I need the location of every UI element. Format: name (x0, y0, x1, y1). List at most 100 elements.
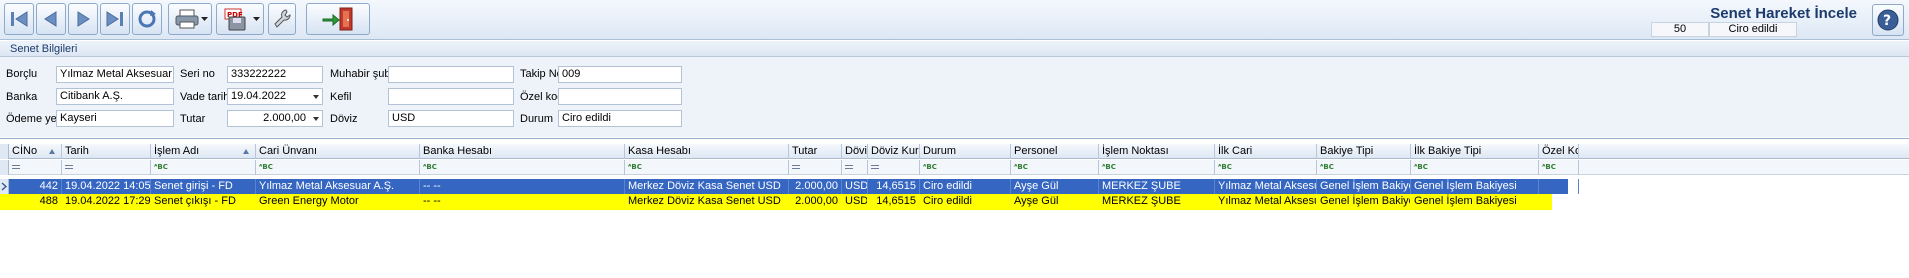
ozel-kod-field[interactable] (558, 88, 682, 105)
previous-record-button[interactable] (36, 3, 66, 35)
text-filter-icon: ᴬBC (1542, 163, 1556, 171)
column-header[interactable]: İlk Cari (1215, 144, 1317, 159)
column-header-label: Durum (923, 145, 957, 157)
table-cell: 2.000,00 (789, 179, 842, 194)
doviz-field[interactable]: USD (388, 110, 514, 127)
senet-info-form: Borçlu Yılmaz Metal Aksesuar A.Ş. Banka … (0, 57, 1909, 137)
borclu-field[interactable]: Yılmaz Metal Aksesuar A.Ş. (56, 66, 174, 83)
title-area: Senet Hareket İncele 50 Ciro edildi (1647, 3, 1857, 37)
text-filter-icon: ᴬBC (923, 163, 937, 171)
table-cell (1539, 179, 1579, 194)
column-header[interactable]: Bakiye Tipi (1317, 144, 1411, 159)
print-button[interactable] (168, 3, 212, 35)
doviz-label: Döviz (330, 113, 358, 125)
column-header[interactable]: İşlem Adı (151, 144, 256, 159)
refresh-button[interactable] (132, 3, 162, 35)
help-icon: ? (1877, 9, 1899, 31)
page-title: Senet Hareket İncele (1710, 5, 1857, 22)
muhabir-sube-field[interactable] (388, 66, 514, 83)
vade-tarihi-value: 19.04.2022 (231, 90, 287, 102)
grid-filter-row: ᴬBC ᴬBC ᴬBC ᴬBC ᴬBC ᴬBC ᴬBC ᴬBC ᴬBC ᴬBC ᴬBC (0, 160, 1909, 175)
first-record-icon (11, 11, 28, 27)
section-header: Senet Bilgileri (0, 41, 1909, 57)
column-header[interactable]: İşlem Noktası (1099, 144, 1215, 159)
filter-cell[interactable]: ᴬBC (420, 160, 625, 175)
exit-door-icon (322, 7, 353, 31)
last-record-button[interactable] (100, 3, 130, 35)
table-cell: 19.04.2022 17:29:00 (65, 195, 151, 207)
column-header[interactable]: Cari Ünvanı (256, 144, 420, 159)
grid-header-row: CİNo Tarih İşlem Adı Cari Ünvanı Banka Hesab… (0, 144, 1909, 159)
table-cell: USD (845, 195, 868, 207)
takip-no-field[interactable]: 009 (558, 66, 682, 83)
text-filter-icon: ᴬBC (154, 163, 168, 171)
column-header[interactable]: Özel Ko (1539, 144, 1579, 159)
filter-cell[interactable]: ᴬBC (1011, 160, 1099, 175)
column-header[interactable]: Kasa Hesabı (625, 144, 789, 159)
column-header-label: Banka Hesabı (423, 145, 493, 157)
table-row[interactable]: 488 19.04.2022 17:29:00Senet çıkışı - FD G… (0, 194, 1552, 210)
filter-cell[interactable]: ᴬBC (1411, 160, 1539, 175)
export-pdf-button[interactable]: PDF (216, 3, 264, 35)
filter-cell[interactable]: ᴬBC (1215, 160, 1317, 175)
svg-text:?: ? (1883, 13, 1891, 29)
text-filter-icon: ᴬBC (1014, 163, 1028, 171)
first-record-button[interactable] (4, 3, 34, 35)
tutar-label: Tutar (180, 113, 206, 125)
column-header[interactable]: Durum (920, 144, 1011, 159)
table-cell: 442 (9, 179, 62, 194)
column-header[interactable]: Banka Hesabı (420, 144, 625, 159)
column-header[interactable]: İlk Bakiye Tipi (1411, 144, 1539, 159)
filter-cell[interactable] (789, 160, 842, 175)
table-row[interactable]: 44219.04.2022 14:05:46Senet girişi - FDY… (0, 179, 1579, 194)
tutar-field[interactable]: 2.000,00 (227, 110, 323, 127)
filter-cell[interactable]: ᴬBC (625, 160, 789, 175)
filter-cell[interactable]: ᴬBC (1099, 160, 1215, 175)
column-header-label: İlk Cari (1218, 145, 1253, 157)
table-cell: -- -- (420, 179, 625, 194)
filter-cell[interactable] (842, 160, 868, 175)
column-header-label: Özel Ko (1542, 145, 1579, 157)
column-header[interactable]: CİNo (9, 144, 62, 159)
table-cell: Merkez Döviz Kasa Senet USD (625, 179, 789, 194)
table-cell: 19.04.2022 14:05:46 (62, 179, 151, 194)
sort-ascending-icon (243, 149, 249, 154)
seri-no-field[interactable]: 333222222 (227, 66, 323, 83)
kefil-field[interactable] (388, 88, 514, 105)
column-header-label: Döviz Kuru (871, 145, 920, 157)
vade-tarihi-field[interactable]: 19.04.2022 (227, 88, 323, 105)
transactions-grid: CİNo Tarih İşlem Adı Cari Ünvanı Banka Hesab… (0, 138, 1909, 278)
filter-cell[interactable]: ᴬBC (151, 160, 256, 175)
column-header[interactable]: Döviz Kuru (868, 144, 920, 159)
odeme-yeri-field[interactable]: Kayseri (56, 110, 174, 127)
column-header[interactable]: Tutar (789, 144, 842, 159)
filter-cell[interactable] (62, 160, 151, 175)
help-button[interactable]: ? (1872, 4, 1904, 36)
chevron-down-icon[interactable] (313, 95, 319, 99)
exit-button[interactable] (306, 3, 370, 35)
table-cell: 488 (39, 195, 58, 207)
filter-cell[interactable] (9, 160, 62, 175)
filter-cell[interactable]: ᴬBC (1539, 160, 1579, 175)
tools-button[interactable] (268, 3, 296, 35)
table-cell: MERKEZ ŞUBE (1102, 195, 1181, 207)
filter-cell[interactable]: ᴬBC (920, 160, 1011, 175)
filter-cell[interactable] (868, 160, 920, 175)
column-header[interactable]: Tarih (62, 144, 151, 159)
chevron-down-icon[interactable] (313, 117, 319, 121)
durum-field[interactable]: Ciro edildi (558, 110, 682, 127)
filter-cell[interactable]: ᴬBC (1317, 160, 1411, 175)
table-cell: Senet çıkışı - FD (154, 195, 236, 207)
record-count-badge: 50 (1651, 22, 1709, 37)
next-record-button[interactable] (68, 3, 98, 35)
column-header[interactable]: Döviz (842, 144, 868, 159)
column-header-label: Tarih (65, 145, 89, 157)
table-cell: Genel İşlem Bakiyesi (1317, 179, 1411, 194)
column-header-label: İlk Bakiye Tipi (1414, 145, 1482, 157)
text-filter-icon: ᴬBC (1218, 163, 1232, 171)
text-filter-icon: ᴬBC (1320, 163, 1334, 171)
banka-field[interactable]: Citibank A.Ş. (56, 88, 174, 105)
column-header[interactable]: Personel (1011, 144, 1099, 159)
filter-cell[interactable]: ᴬBC (256, 160, 420, 175)
table-cell: Genel İşlem Bakiyesi (1414, 195, 1517, 207)
